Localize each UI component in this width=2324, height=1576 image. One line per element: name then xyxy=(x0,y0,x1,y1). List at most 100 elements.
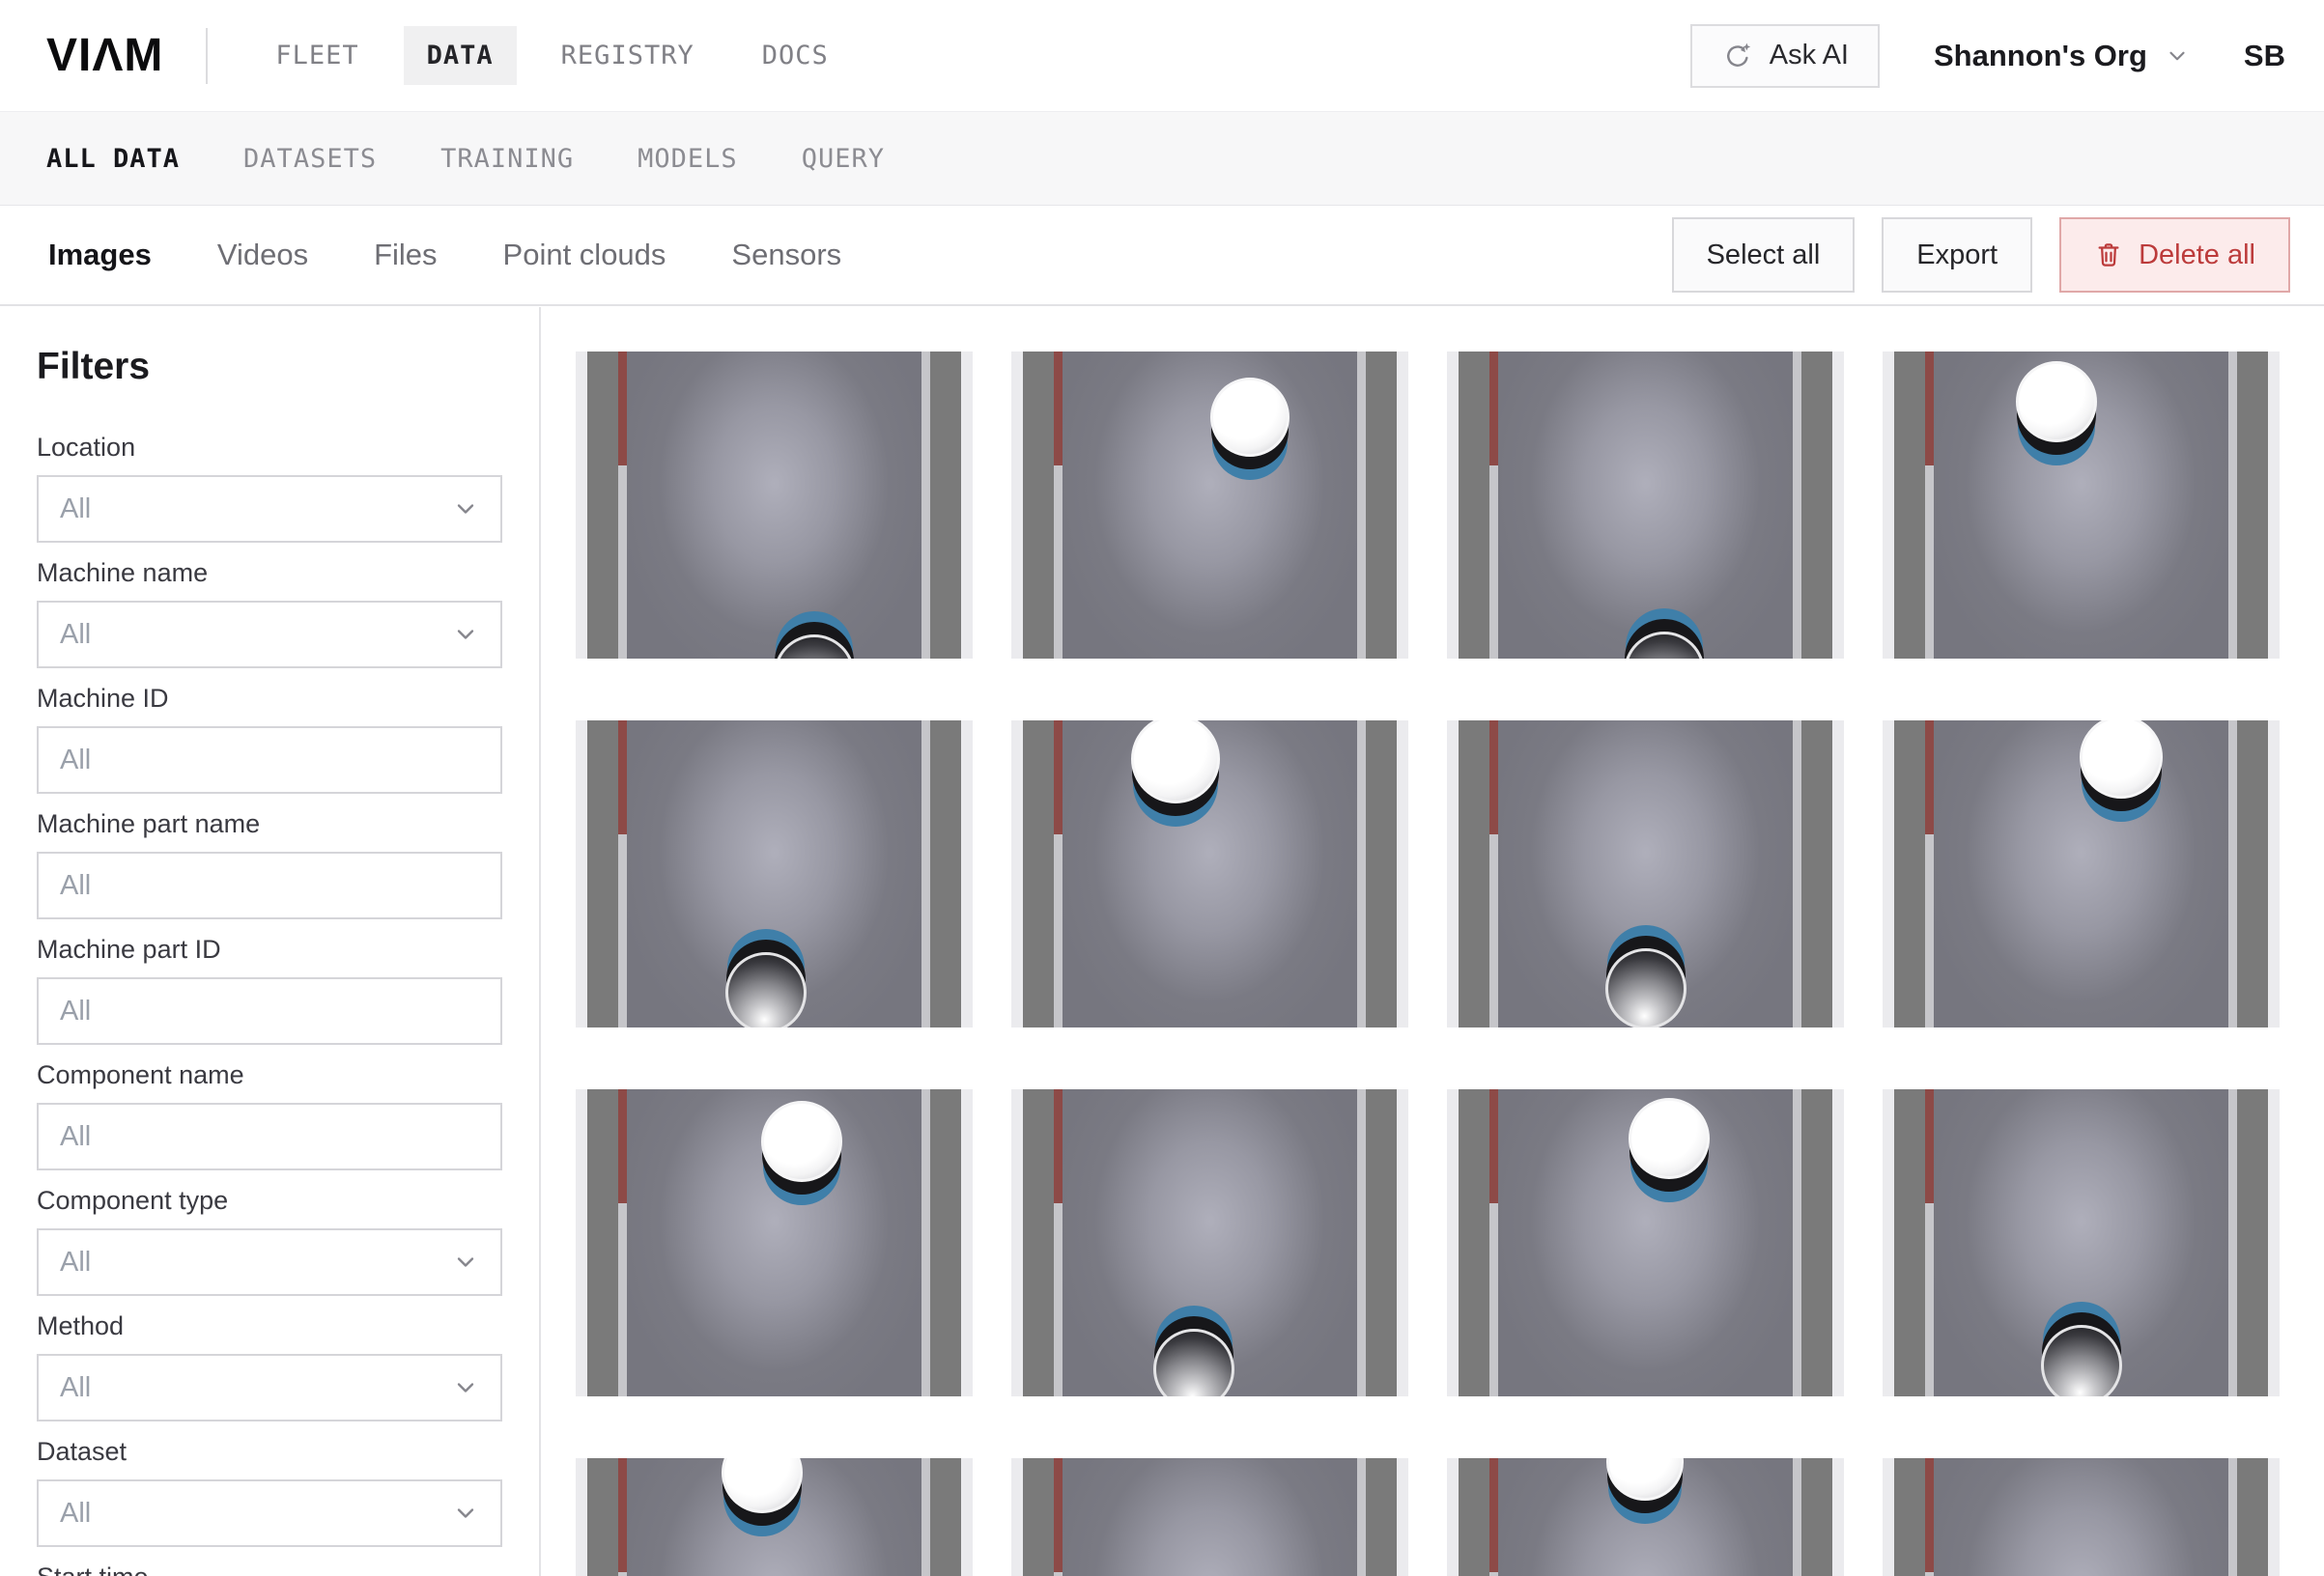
top-nav: VIΛM FLEET DATA REGISTRY DOCS Ask AI Shanno… xyxy=(0,0,2324,112)
subnav-item-all-data[interactable]: ALL DATA xyxy=(46,144,180,174)
subnav-item-datasets[interactable]: DATASETS xyxy=(243,144,377,174)
filter-placeholder: All xyxy=(60,492,92,524)
track-rail-right xyxy=(2228,1089,2237,1396)
track-wall-right xyxy=(930,352,961,659)
track-rail-right xyxy=(2228,352,2237,659)
ball xyxy=(761,1101,842,1182)
track-stripe-maroon xyxy=(1054,1089,1063,1203)
filter-fields: Location All Machine name All Machine ID All M… xyxy=(37,433,502,1576)
track-wall-left xyxy=(1023,352,1054,659)
filter-select-method[interactable]: All xyxy=(37,1354,502,1421)
tab-files[interactable]: Files xyxy=(374,238,437,272)
track-stripe-maroon xyxy=(618,720,627,834)
select-all-button[interactable]: Select all xyxy=(1671,217,1856,293)
subnav-item-models[interactable]: MODELS xyxy=(638,144,738,174)
filter-label: Component type xyxy=(37,1186,229,1215)
filter-group-location: Location All xyxy=(37,433,502,543)
nav-divider xyxy=(206,27,209,84)
track-rail-right xyxy=(1793,720,1801,1027)
track-wall-right xyxy=(1366,720,1397,1027)
filter-select-component-type[interactable]: All xyxy=(37,1228,502,1296)
main-nav: FLEET DATA REGISTRY DOCS xyxy=(252,26,851,85)
image-thumbnail[interactable] xyxy=(1883,1458,2280,1576)
track-rail-right xyxy=(1793,1458,1801,1576)
ask-ai-button[interactable]: Ask AI xyxy=(1689,23,1880,88)
filter-label: Machine part ID xyxy=(37,935,221,964)
select-all-label: Select all xyxy=(1706,239,1821,270)
image-thumbnail[interactable] xyxy=(1447,1089,1844,1396)
tab-images[interactable]: Images xyxy=(48,238,152,272)
image-thumbnail[interactable] xyxy=(576,1089,973,1396)
track-wall-left xyxy=(1894,1458,1925,1576)
filter-select-machine-name[interactable]: All xyxy=(37,601,502,668)
track-rail-right xyxy=(1357,352,1366,659)
media-tabs: Images Videos Files Point clouds Sensors xyxy=(48,238,841,272)
chevron-down-icon xyxy=(452,1374,479,1401)
tab-sensors[interactable]: Sensors xyxy=(731,238,841,272)
filter-input-machine-part-name[interactable]: All xyxy=(37,852,502,919)
filter-select-dataset[interactable]: All xyxy=(37,1479,502,1547)
filter-label: Component name xyxy=(37,1060,244,1089)
filter-label: Machine ID xyxy=(37,684,169,713)
image-thumbnail[interactable] xyxy=(1447,720,1844,1027)
track-wall-right xyxy=(1801,720,1832,1027)
track-wall-right xyxy=(1801,1458,1832,1576)
track-wall-left xyxy=(1459,1458,1489,1576)
tab-point-clouds[interactable]: Point clouds xyxy=(503,238,666,272)
subnav-item-training[interactable]: TRAINING xyxy=(440,144,574,174)
filter-group-machine-part-name: Machine part name All xyxy=(37,809,502,919)
avatar[interactable]: SB xyxy=(2244,39,2285,73)
image-thumbnail[interactable] xyxy=(1883,1089,2280,1396)
ball xyxy=(1605,948,1686,1027)
track-rail-right xyxy=(1357,1458,1366,1576)
filter-group-start-time: Start time xyxy=(37,1562,502,1576)
org-switcher[interactable]: Shannon's Org xyxy=(1934,39,2190,73)
track-stripe-maroon xyxy=(618,352,627,465)
filter-input-machine-id[interactable]: All xyxy=(37,726,502,794)
filter-group-machine-id: Machine ID All xyxy=(37,684,502,794)
image-thumbnail[interactable] xyxy=(1447,1458,1844,1576)
image-thumbnail[interactable] xyxy=(1883,720,2280,1027)
org-name: Shannon's Org xyxy=(1933,38,2147,72)
image-thumbnail[interactable] xyxy=(1883,352,2280,659)
track-wall-left xyxy=(587,1089,618,1396)
nav-item-docs[interactable]: DOCS xyxy=(739,26,852,85)
nav-item-registry[interactable]: REGISTRY xyxy=(538,26,718,85)
nav-item-data[interactable]: DATA xyxy=(403,26,517,85)
filters-heading: Filters xyxy=(37,346,151,387)
track-rail-right xyxy=(2228,1458,2237,1576)
track-wall-left xyxy=(1459,352,1489,659)
image-grid xyxy=(541,307,2324,1576)
image-thumbnail[interactable] xyxy=(576,720,973,1027)
image-thumbnail[interactable] xyxy=(1011,1089,1408,1396)
tab-videos[interactable]: Videos xyxy=(217,238,308,272)
subnav-item-query[interactable]: QUERY xyxy=(802,144,885,174)
track-wall-left xyxy=(1023,1458,1054,1576)
track-field xyxy=(1063,1458,1357,1576)
image-thumbnail[interactable] xyxy=(1011,1458,1408,1576)
filter-select-location[interactable]: All xyxy=(37,475,502,543)
filters-sidebar: Filters Location All Machine name All Machin… xyxy=(0,307,541,1576)
image-thumbnail[interactable] xyxy=(576,352,973,659)
filter-input-machine-part-id[interactable]: All xyxy=(37,977,502,1045)
export-button[interactable]: Export xyxy=(1882,217,2033,293)
track-rail-right xyxy=(921,1458,930,1576)
track-stripe-maroon xyxy=(1925,352,1934,465)
image-thumbnail[interactable] xyxy=(1447,352,1844,659)
filter-label: Method xyxy=(37,1311,125,1340)
chevron-down-icon xyxy=(452,1249,479,1276)
nav-item-fleet[interactable]: FLEET xyxy=(252,26,382,85)
viam-logo[interactable]: VIΛM xyxy=(46,29,163,82)
image-thumbnail[interactable] xyxy=(1011,352,1408,659)
track-field xyxy=(1934,1458,2228,1576)
delete-all-button[interactable]: Delete all xyxy=(2059,217,2290,293)
track-rail-right xyxy=(1357,720,1366,1027)
track-stripe-maroon xyxy=(618,1458,627,1572)
track-wall-left xyxy=(1023,1089,1054,1396)
image-thumbnail[interactable] xyxy=(1011,720,1408,1027)
filter-label: Location xyxy=(37,433,136,462)
image-thumbnail[interactable] xyxy=(576,1458,973,1576)
track-stripe-maroon xyxy=(1489,352,1498,465)
track-wall-left xyxy=(1459,1089,1489,1396)
filter-input-component-name[interactable]: All xyxy=(37,1103,502,1170)
